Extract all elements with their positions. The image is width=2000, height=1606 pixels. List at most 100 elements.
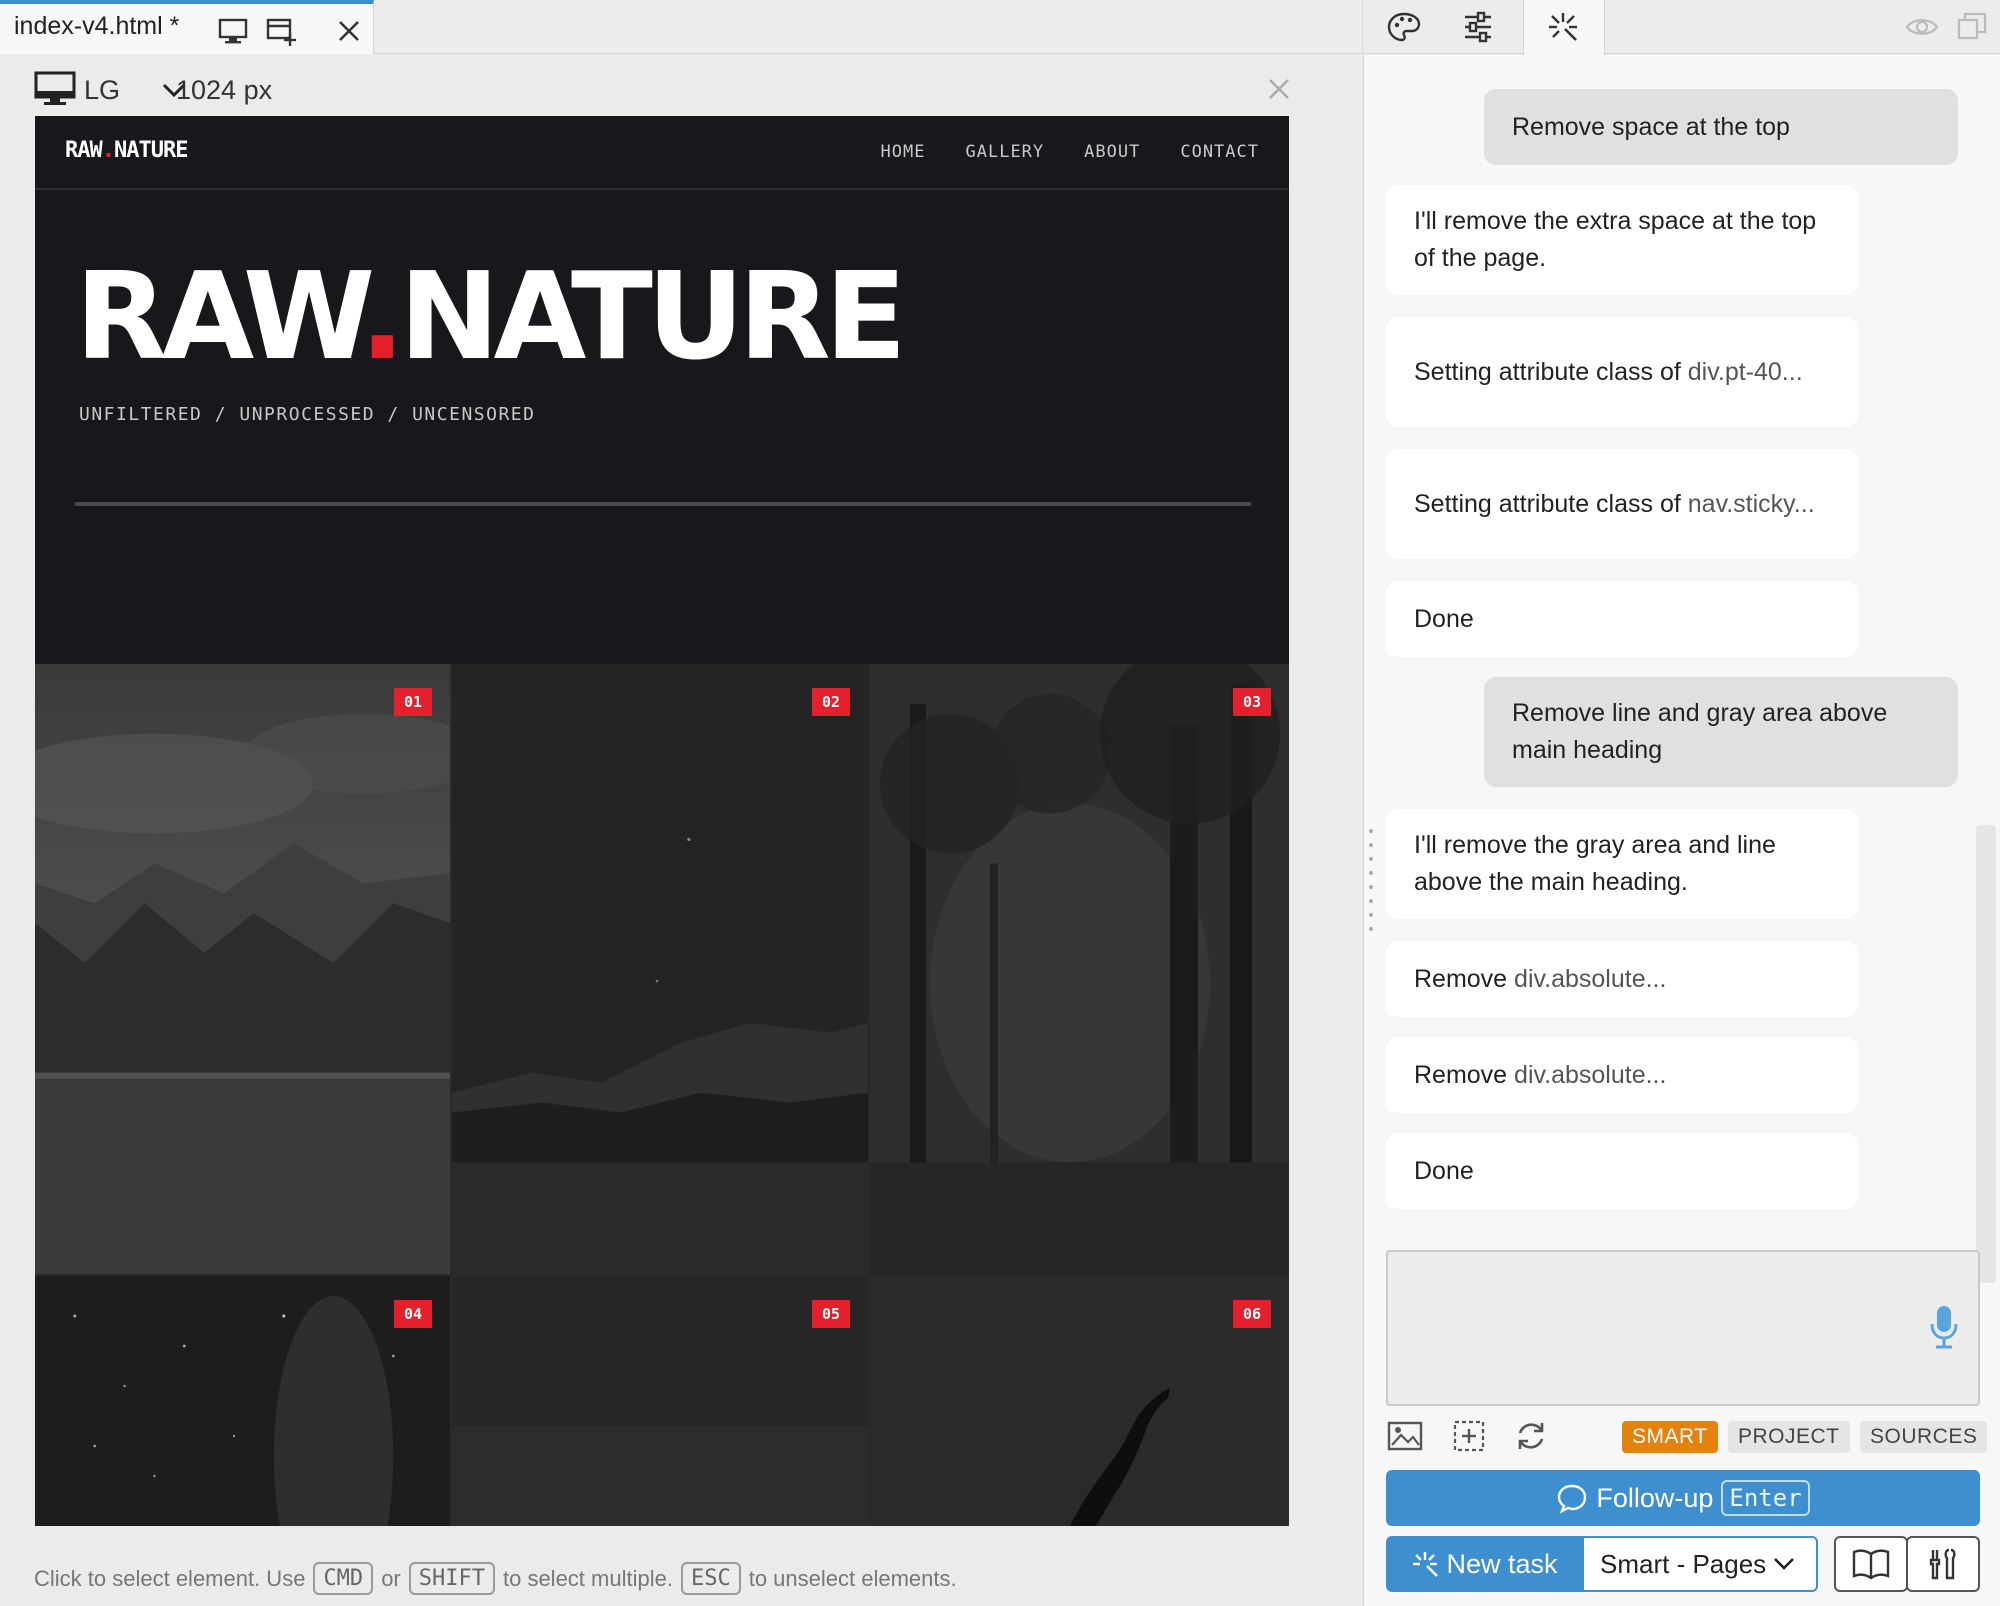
message-prefix: Setting attribute class of xyxy=(1414,489,1688,518)
nav-link-gallery[interactable]: GALLERY xyxy=(966,142,1045,162)
message-text: Setting attribute class of div.pt-40... xyxy=(1414,354,1803,391)
status-text: to unselect elements. xyxy=(748,1565,957,1591)
tools-button[interactable] xyxy=(1906,1536,1980,1592)
forest-photo xyxy=(870,664,1289,1274)
gallery-tile[interactable]: 06 xyxy=(870,1276,1289,1526)
ai-chat-tab[interactable] xyxy=(1523,0,1605,55)
site-logo[interactable]: RAW.NATURE xyxy=(65,138,188,163)
gallery-tile[interactable]: 01 xyxy=(35,664,452,1276)
gallery-tile[interactable]: 02 xyxy=(452,664,870,1276)
nav-link-about[interactable]: ABOUT xyxy=(1084,142,1140,162)
add-view-icon[interactable] xyxy=(264,14,298,48)
sparkle-icon xyxy=(1544,8,1582,46)
gallery-grid: 01 02 03 04 05 06 xyxy=(35,664,1289,1526)
sparkle-icon xyxy=(1413,1552,1439,1577)
new-task-button[interactable]: New task xyxy=(1386,1536,1582,1592)
starry-sky-photo xyxy=(35,1276,450,1526)
status-text: Click to select element. Use xyxy=(34,1565,306,1591)
hero-word-raw: RAW xyxy=(75,248,365,387)
mode-sources-button[interactable]: SOURCES xyxy=(1860,1421,1988,1453)
gallery-badge: 04 xyxy=(394,1300,432,1328)
panel-resize-handle[interactable] xyxy=(1368,825,1374,945)
select-element-icon[interactable] xyxy=(1450,1417,1488,1455)
gallery-badge: 06 xyxy=(1233,1300,1271,1328)
message-text: Remove line and gray area above main hea… xyxy=(1512,699,1888,764)
gallery-badge: 02 xyxy=(812,688,850,716)
hero-section[interactable]: RAW.NATURE UNFILTERED / UNPROCESSED / UN… xyxy=(35,190,1289,660)
refresh-icon[interactable] xyxy=(1512,1417,1550,1455)
assistant-message: I'll remove the extra space at the top o… xyxy=(1386,185,1858,295)
file-tab-label: index-v4.html * xyxy=(14,12,180,40)
speech-bubble-icon xyxy=(1558,1484,1587,1514)
close-tab-icon[interactable] xyxy=(332,14,366,48)
file-tab[interactable]: index-v4.html * xyxy=(0,0,374,54)
site-navbar[interactable]: RAW.NATURE HOME GALLERY ABOUT CONTACT xyxy=(35,116,1289,190)
gallery-badge: 01 xyxy=(394,688,432,716)
detach-panel-icon[interactable] xyxy=(1953,8,1991,46)
gallery-tile[interactable]: 05 xyxy=(452,1276,870,1526)
viewport-header: LG 1024 px xyxy=(34,68,1294,112)
shift-key: SHIFT xyxy=(408,1562,495,1595)
site-nav-links: HOME GALLERY ABOUT CONTACT xyxy=(881,142,1259,162)
hero-subtitle[interactable]: UNFILTERED / UNPROCESSED / UNCENSORED xyxy=(79,404,535,425)
logo-word-raw: RAW xyxy=(65,138,103,163)
assistant-message: Remove div.absolute... xyxy=(1386,1037,1858,1113)
logo-word-nature: NATURE xyxy=(114,138,188,163)
assistant-message: Setting attribute class of nav.sticky... xyxy=(1386,449,1858,559)
assistant-message: I'll remove the gray area and line above… xyxy=(1386,809,1858,919)
hero-divider[interactable] xyxy=(75,502,1251,506)
gallery-tile[interactable]: 03 xyxy=(870,664,1289,1276)
nav-link-contact[interactable]: CONTACT xyxy=(1180,142,1259,162)
tools-icon xyxy=(1929,1548,1956,1580)
assistant-message: Done xyxy=(1386,1133,1858,1209)
breakpoint-label[interactable]: LG xyxy=(84,75,120,106)
sliders-icon[interactable] xyxy=(1459,8,1497,46)
message-code: nav.sticky... xyxy=(1687,489,1815,518)
message-text: Remove div.absolute... xyxy=(1414,1057,1666,1094)
mode-select[interactable]: Smart - Pages xyxy=(1582,1536,1818,1592)
follow-up-label: Follow-up xyxy=(1596,1482,1714,1513)
mode-smart-button[interactable]: SMART xyxy=(1622,1421,1718,1453)
assistant-message: Done xyxy=(1386,581,1858,657)
message-prefix: Remove xyxy=(1414,1060,1515,1089)
task-controls: New task Smart - Pages xyxy=(1386,1536,1980,1592)
editor-tab-bar: index-v4.html * xyxy=(0,0,1362,54)
mode-select-value: Smart - Pages xyxy=(1600,1548,1767,1579)
monitor-icon[interactable] xyxy=(34,71,76,107)
message-text: I'll remove the extra space at the top o… xyxy=(1414,207,1817,272)
chevron-down-icon xyxy=(1774,1558,1795,1570)
nav-link-home[interactable]: HOME xyxy=(881,142,926,162)
image-icon[interactable] xyxy=(1386,1417,1424,1455)
chat-input[interactable] xyxy=(1386,1250,1980,1406)
microphone-icon[interactable] xyxy=(1928,1304,1960,1350)
user-message: Remove space at the top xyxy=(1484,89,1958,165)
desktop-preview-icon[interactable] xyxy=(216,14,250,48)
eye-icon[interactable] xyxy=(1903,8,1941,46)
assistant-message: Remove div.absolute... xyxy=(1386,941,1858,1017)
hero-title[interactable]: RAW.NATURE xyxy=(75,258,907,378)
book-icon xyxy=(1852,1549,1890,1580)
follow-up-button[interactable]: Follow-up Enter xyxy=(1386,1470,1980,1526)
page-canvas[interactable]: RAW.NATURE HOME GALLERY ABOUT CONTACT RA… xyxy=(35,116,1289,1526)
chat-scrollbar[interactable] xyxy=(1976,825,1996,1283)
status-text: or xyxy=(381,1565,401,1591)
user-message: Remove line and gray area above main hea… xyxy=(1484,677,1958,787)
message-text: Remove space at the top xyxy=(1512,112,1790,141)
close-viewport-icon[interactable] xyxy=(1264,74,1294,104)
logo-dot: . xyxy=(101,138,115,163)
mountain-lake-photo xyxy=(35,664,450,1274)
mode-project-button[interactable]: PROJECT xyxy=(1728,1421,1850,1453)
message-text: Remove div.absolute... xyxy=(1414,961,1666,998)
gallery-badge: 03 xyxy=(1233,688,1271,716)
docs-button[interactable] xyxy=(1834,1536,1908,1592)
dark-sky-photo xyxy=(452,1276,868,1526)
message-text: Setting attribute class of nav.sticky... xyxy=(1414,486,1815,523)
chat-toolbar: SMART PROJECT SOURCES xyxy=(1386,1417,1988,1457)
message-code: div.absolute... xyxy=(1514,964,1667,993)
message-code: div.pt-40... xyxy=(1687,357,1803,386)
assistant-message: Setting attribute class of div.pt-40... xyxy=(1386,317,1858,427)
palette-icon[interactable] xyxy=(1385,8,1423,46)
gallery-tile[interactable]: 04 xyxy=(35,1276,452,1526)
night-desert-photo xyxy=(452,664,868,1274)
viewport-width: 1024 px xyxy=(176,75,273,105)
